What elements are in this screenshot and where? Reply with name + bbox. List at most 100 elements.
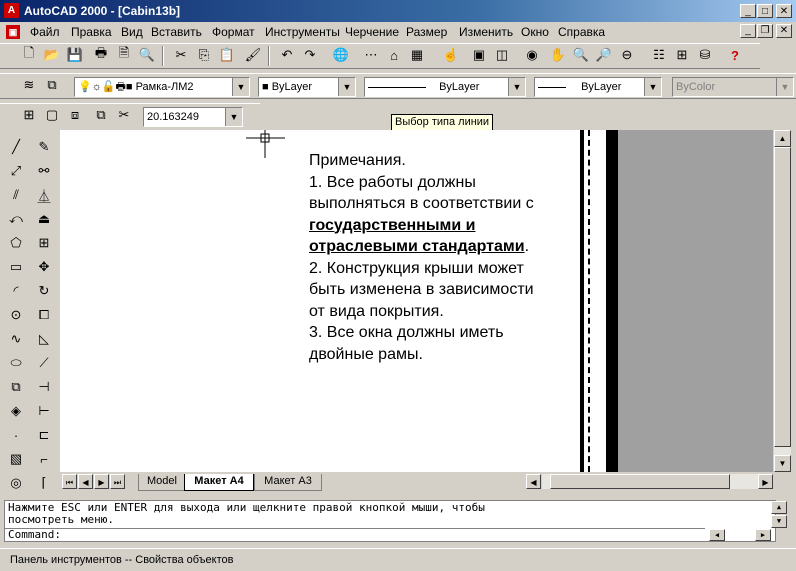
region-icon[interactable]: ◎ (5, 472, 27, 494)
construction-line-icon[interactable]: ⤢ (5, 160, 27, 182)
database-icon[interactable]: ⛁ (694, 44, 716, 66)
menu-window[interactable]: Окно (521, 25, 549, 39)
chevron-down-icon[interactable]: ▼ (644, 78, 661, 96)
erase-icon[interactable]: ✎ (33, 136, 55, 158)
zoom-realtime-icon[interactable]: 🔍 (570, 44, 592, 66)
undo-icon[interactable]: ↶ (276, 44, 298, 66)
zoom-window-icon[interactable]: 🔎 (593, 44, 615, 66)
doc-close-button[interactable]: ✕ (776, 24, 792, 38)
tab-layout-a3[interactable]: Макет A3 (254, 474, 322, 491)
zoom-previous-icon[interactable]: ⊖ (616, 44, 638, 66)
doc-minimize-button[interactable]: _ (740, 24, 756, 38)
first-tab-icon[interactable]: ⏮ (62, 474, 77, 489)
vertical-scrollbar[interactable]: ▲ ▼ (774, 130, 791, 472)
redo-icon[interactable]: ↷ (299, 44, 321, 66)
polygonal-viewport-icon[interactable]: ⧈ (64, 104, 86, 126)
document-icon[interactable]: ▣ (6, 25, 20, 39)
polygon-icon[interactable]: ⬠ (5, 232, 27, 254)
match-properties-icon[interactable]: 🖌 (242, 44, 264, 66)
last-tab-icon[interactable]: ⏭ (110, 474, 125, 489)
print-preview-icon[interactable]: 🗎 (113, 44, 135, 66)
trim-icon[interactable]: ⊣ (33, 376, 55, 398)
ellipse-icon[interactable]: ⬭ (5, 352, 27, 374)
osnap-icon[interactable]: ⋯ (360, 44, 382, 66)
cmd-scroll-up-icon[interactable]: ▲ (771, 501, 787, 514)
copy-object-icon[interactable]: ⚯ (33, 160, 55, 182)
prev-tab-icon[interactable]: ◀ (78, 474, 93, 489)
clip-viewport-icon[interactable]: ✂ (113, 104, 135, 126)
new-icon[interactable]: 🗋 (18, 44, 40, 66)
next-tab-icon[interactable]: ▶ (94, 474, 109, 489)
close-button[interactable]: ✕ (776, 4, 792, 18)
lineweight-select[interactable]: ByLayer ▼ (534, 77, 662, 97)
chevron-down-icon[interactable]: ▼ (338, 78, 355, 96)
menu-draw[interactable]: Черчение (345, 25, 399, 39)
ucs-icon[interactable]: ⌂ (383, 44, 405, 66)
tab-layout-a4[interactable]: Макет A4 (184, 474, 254, 491)
stretch-icon[interactable]: ◺ (33, 328, 55, 350)
help-icon[interactable]: ? (724, 44, 746, 66)
offset-icon[interactable]: ⏏ (33, 208, 55, 230)
print-icon[interactable]: 🖶 (90, 44, 112, 66)
break-icon[interactable]: ⊏ (33, 424, 55, 446)
aerial-view-icon[interactable]: ▣ (468, 44, 490, 66)
menu-edit[interactable]: Правка (71, 25, 112, 39)
menu-dimension[interactable]: Размер (406, 25, 447, 39)
layer-select[interactable]: 💡☼🔓🖶■ Рамка-ЛМ2 ▼ (74, 77, 250, 97)
chevron-down-icon[interactable]: ▼ (225, 108, 242, 126)
circle-icon[interactable]: ⊙ (5, 304, 27, 326)
hatch-icon[interactable]: ▧ (5, 448, 27, 470)
find-icon[interactable]: 🔍 (136, 44, 158, 66)
line-icon[interactable]: ╱ (5, 136, 27, 158)
scroll-down-icon[interactable]: ▼ (774, 455, 791, 472)
move-icon[interactable]: ✥ (33, 256, 55, 278)
viewports-dialog-icon[interactable]: ⊞ (18, 104, 40, 126)
doc-restore-button[interactable]: ❐ (757, 24, 773, 38)
color-select[interactable]: ■ ByLayer ▼ (258, 77, 356, 97)
3d-orbit-icon[interactable]: ◉ (521, 44, 543, 66)
polyline-icon[interactable]: ⤺ (5, 208, 27, 230)
properties-icon[interactable]: ☷ (648, 44, 670, 66)
layers-icon[interactable]: ⧉ (41, 74, 63, 96)
chamfer-icon[interactable]: ⌐ (33, 448, 55, 470)
menu-insert[interactable]: Вставить (151, 25, 202, 39)
tab-model[interactable]: Model (138, 474, 186, 491)
scroll-left-icon[interactable]: ◀ (526, 474, 541, 489)
minimize-button[interactable]: _ (740, 4, 756, 18)
maximize-button[interactable]: □ (757, 4, 773, 18)
make-object-layer-current-icon[interactable]: ≋ (18, 74, 40, 96)
scale-icon[interactable]: ⧠ (33, 304, 55, 326)
convert-object-viewport-icon[interactable]: ⧉ (90, 104, 112, 126)
scroll-right-icon[interactable]: ▶ (758, 474, 773, 489)
menu-file[interactable]: Файл (30, 25, 60, 39)
cmd-scroll-right-icon[interactable]: ▶ (755, 529, 771, 541)
realtime-pan-icon[interactable]: ✋ (547, 44, 569, 66)
make-block-icon[interactable]: ◈ (5, 400, 27, 422)
paste-icon[interactable]: 📋 (216, 44, 238, 66)
insert-block-icon[interactable]: ⧉ (5, 376, 27, 398)
mirror-icon[interactable]: ⏅ (33, 184, 55, 206)
command-input[interactable]: Command: (5, 528, 705, 542)
cut-icon[interactable]: ✂ (170, 44, 192, 66)
menu-help[interactable]: Справка (558, 25, 605, 39)
menu-view[interactable]: Вид (121, 25, 143, 39)
single-viewport-icon[interactable]: ▢ (41, 104, 63, 126)
spline-icon[interactable]: ∿ (5, 328, 27, 350)
pan-icon[interactable]: ☝ (440, 44, 462, 66)
scroll-thumb[interactable] (774, 147, 791, 447)
drawing-area[interactable]: Примечания. 1. Все работы должны выполня… (60, 130, 580, 472)
rotate-icon[interactable]: ↻ (33, 280, 55, 302)
array-icon[interactable]: ⊞ (33, 232, 55, 254)
h-scroll-thumb[interactable] (550, 474, 730, 489)
menu-tools[interactable]: Инструменты (265, 25, 340, 39)
open-icon[interactable]: 📂 (41, 44, 63, 66)
copy-icon[interactable]: ⎘ (193, 44, 215, 66)
lengthen-icon[interactable]: ⟋ (33, 352, 55, 374)
chevron-down-icon[interactable]: ▼ (232, 78, 249, 96)
cmd-scroll-left-icon[interactable]: ◀ (709, 529, 725, 541)
design-center-icon[interactable]: ⊞ (671, 44, 693, 66)
viewport-scale-input[interactable]: 20.163249 ▼ (143, 107, 243, 127)
multiline-icon[interactable]: ⫽ (5, 184, 27, 206)
autocad-app-icon[interactable]: A (4, 3, 19, 18)
linetype-select[interactable]: ByLayer ▼ (364, 77, 526, 97)
